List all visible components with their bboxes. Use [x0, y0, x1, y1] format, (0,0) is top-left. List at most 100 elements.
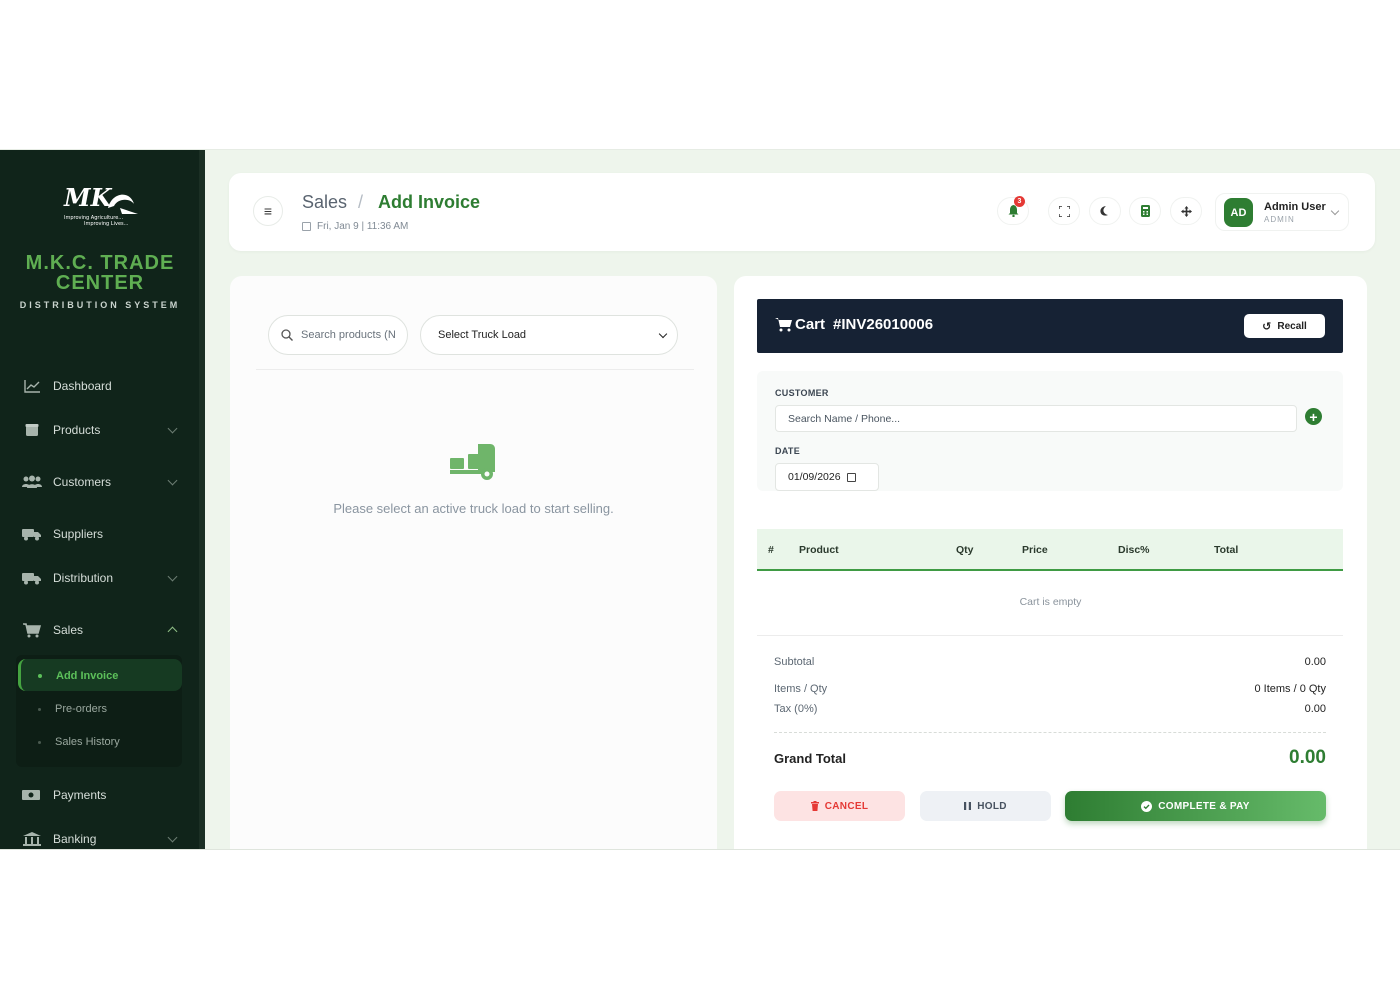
chevron-down-icon	[1330, 206, 1340, 216]
calculator-icon	[1140, 205, 1150, 217]
customer-section: CUSTOMER + DATE 01/09/2026	[757, 371, 1343, 491]
breadcrumb-separator: /	[358, 192, 364, 212]
box-icon	[22, 422, 42, 438]
calculator-button[interactable]	[1129, 197, 1161, 225]
brand-subtitle: DISTRIBUTION SYSTEM	[19, 300, 181, 310]
sidebar-item-sales[interactable]: Sales	[22, 618, 182, 642]
plus-icon: +	[1309, 408, 1318, 425]
money-icon	[22, 787, 42, 803]
search-icon	[281, 329, 293, 341]
recall-button[interactable]: ↺ Recall	[1244, 314, 1325, 338]
subtotal-label: Subtotal	[774, 656, 815, 668]
menu-toggle-button[interactable]: ≡	[253, 196, 283, 226]
cart-title: Cart #INV26010006	[775, 316, 933, 333]
page-title: Add Invoice	[378, 192, 481, 212]
sidebar-item-label: Distribution	[53, 571, 114, 585]
sidebar-item-label: Sales	[53, 623, 84, 637]
cancel-button[interactable]: CANCEL	[774, 791, 905, 821]
brand-logo: MK Improving Agriculture... Improving Li…	[63, 184, 138, 227]
bell-icon	[1008, 205, 1018, 217]
truck-loading-icon	[450, 444, 495, 480]
history-icon: ↺	[1262, 320, 1272, 333]
breadcrumb-root[interactable]: Sales	[302, 192, 347, 213]
product-search[interactable]	[268, 315, 408, 355]
sidebar-item-suppliers[interactable]: Suppliers	[22, 522, 182, 546]
submenu-item-label: Pre-orders	[55, 703, 107, 715]
recall-label: Recall	[1277, 320, 1307, 332]
search-input[interactable]	[301, 329, 401, 341]
column-header: Total	[1214, 544, 1239, 556]
sidebar-item-payments[interactable]: Payments	[22, 783, 182, 807]
items-qty-label: Items / Qty	[774, 683, 828, 695]
sidebar-item-label: Products	[53, 423, 101, 437]
bullet-icon	[38, 740, 41, 744]
cart-label: Cart	[795, 316, 826, 333]
user-menu[interactable]: AD Admin User ADMIN	[1215, 193, 1349, 231]
customer-search-input[interactable]	[775, 405, 1297, 432]
product-panel: Select Truck Load Please select an activ…	[230, 276, 717, 849]
cart-icon	[775, 318, 792, 332]
chevron-down-icon	[167, 832, 178, 843]
sidebar-item-dashboard[interactable]: Dashboard	[22, 374, 182, 398]
truck-load-select[interactable]: Select Truck Load	[420, 315, 678, 355]
move-icon	[1180, 205, 1192, 217]
grand-total-label: Grand Total	[774, 751, 846, 766]
submenu-item-pre-orders[interactable]: Pre-orders	[38, 701, 107, 717]
sidebar-item-label: Payments	[53, 788, 107, 802]
cart-icon	[22, 622, 42, 638]
header-datetime: Fri, Jan 9 | 11:36 AM	[302, 221, 408, 232]
cancel-label: CANCEL	[824, 800, 869, 812]
date-field[interactable]: 01/09/2026	[775, 463, 879, 491]
theme-toggle-button[interactable]	[1089, 197, 1121, 225]
user-role: ADMIN	[1264, 215, 1295, 224]
sidebar-item-customers[interactable]: Customers	[22, 470, 182, 494]
sidebar-item-label: Banking	[53, 832, 97, 846]
top-header: ≡ Sales / Add Invoice Fri, Jan 9 | 11:36…	[229, 173, 1375, 251]
cart-panel: Cart #INV26010006 ↺ Recall CUSTOMER + DA…	[734, 276, 1367, 849]
svg-text:MK: MK	[63, 184, 113, 212]
chevron-down-icon	[658, 329, 668, 339]
divider	[256, 369, 694, 370]
column-header: #	[768, 544, 774, 556]
chevron-up-icon	[167, 626, 178, 637]
subtotal-row: Subtotal 0.00	[774, 656, 1326, 668]
tax-value: 0.00	[1304, 703, 1326, 715]
bullet-icon	[38, 674, 42, 678]
complete-pay-button[interactable]: COMPLETE & PAY	[1065, 791, 1326, 821]
notifications-button[interactable]: 3	[997, 196, 1029, 225]
pause-icon	[964, 802, 972, 810]
sidebar-item-label: Customers	[53, 475, 112, 489]
sales-submenu: Add Invoice Pre-orders Sales History	[16, 655, 182, 767]
users-icon	[22, 474, 42, 490]
chevron-down-icon	[167, 423, 178, 434]
chevron-down-icon	[167, 475, 178, 486]
bank-icon	[22, 831, 42, 847]
move-button[interactable]	[1170, 197, 1202, 225]
grand-total-value: 0.00	[1289, 747, 1326, 768]
customer-label: CUSTOMER	[775, 388, 829, 398]
bullet-icon	[38, 707, 41, 711]
expand-icon	[1058, 205, 1070, 217]
subtotal-value: 0.00	[1304, 656, 1326, 668]
divider	[757, 635, 1343, 636]
column-header: Disc%	[1118, 544, 1150, 556]
sidebar-item-banking[interactable]: Banking	[22, 827, 182, 849]
submenu-item-add-invoice[interactable]: Add Invoice	[38, 668, 118, 684]
fullscreen-button[interactable]	[1048, 197, 1080, 225]
divider	[774, 732, 1326, 733]
hamburger-icon: ≡	[263, 203, 273, 219]
add-customer-button[interactable]: +	[1305, 408, 1322, 425]
cart-header: Cart #INV26010006 ↺ Recall	[757, 299, 1343, 353]
moon-icon	[1100, 206, 1108, 216]
sidebar-item-label: Dashboard	[53, 379, 112, 393]
tax-row: Tax (0%) 0.00	[774, 703, 1326, 715]
svg-text:Improving Lives...: Improving Lives...	[84, 221, 129, 227]
submenu-item-sales-history[interactable]: Sales History	[38, 734, 120, 750]
datetime-text: Fri, Jan 9 | 11:36 AM	[317, 221, 409, 232]
sidebar-item-products[interactable]: Products	[22, 418, 182, 442]
chevron-down-icon	[167, 571, 178, 582]
empty-state-message: Please select an active truck load to st…	[333, 501, 614, 516]
hold-button[interactable]: HOLD	[920, 791, 1051, 821]
sidebar-item-distribution[interactable]: Distribution	[22, 566, 182, 590]
brand-name: M.K.C. TRADE CENTER	[25, 252, 175, 294]
